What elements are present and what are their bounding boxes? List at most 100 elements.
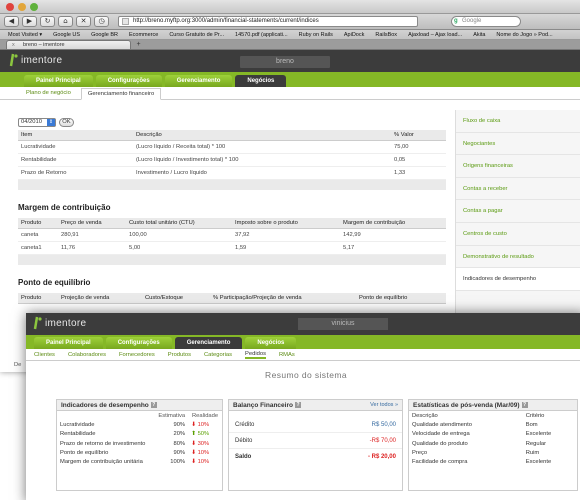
kpi-actual: ⬇ 10% [188, 420, 222, 429]
bookmark[interactable]: RailsBox [375, 32, 397, 38]
table-row: Velocidade de entrega Excelente [409, 430, 577, 439]
balance-row-saldo: Saldo - R$ 20,00 [229, 449, 402, 465]
subnav-fornecedores[interactable]: Fornecedores [119, 352, 155, 358]
bookmark[interactable]: Most Visited ▾ [8, 32, 42, 38]
bookmark[interactable]: Nome do Jogo » Pod... [496, 32, 552, 38]
cell: 5,00 [126, 241, 232, 255]
cell: 1,33 [391, 166, 446, 180]
trend-down-icon: ⬇ [191, 459, 196, 466]
bookmark[interactable]: Google US [53, 32, 80, 38]
current-user[interactable]: breno [240, 56, 330, 68]
cut-off-label: De [14, 362, 22, 368]
summary-title: Resumo do sistema [265, 370, 347, 380]
bookmark[interactable]: Google BR [91, 32, 118, 38]
balance-row-credito: Crédito R$ 50,00 [229, 417, 402, 433]
nav-painel-principal[interactable]: Painel Principal [34, 337, 103, 349]
cell: 5,17 [340, 241, 446, 255]
view-all-link[interactable]: Ver todos » [370, 400, 398, 411]
bookmark[interactable]: Akita [473, 32, 485, 38]
sidebar-item-demonstrativo[interactable]: Demonstrativo de resultado [456, 246, 580, 269]
cell: 37,92 [232, 228, 340, 242]
period-select[interactable]: 04/2010 ⇕ [18, 118, 56, 127]
zoom-window-icon[interactable] [30, 3, 38, 11]
nav-negocios[interactable]: Negócios [235, 75, 287, 87]
nav-gerenciamento[interactable]: Gerenciamento [164, 75, 233, 87]
main-nav: Painel Principal Configurações Gerenciam… [26, 335, 580, 349]
margem-table: Produto Preço de venda Custo total unitá… [18, 218, 446, 255]
home-icon[interactable]: ⌂ [58, 16, 73, 27]
kpi-actual: ⬆ 50% [188, 430, 222, 439]
search-input[interactable]: g Google [451, 16, 521, 27]
forward-arrow-icon[interactable]: ▶ [22, 16, 37, 27]
nav-configuracoes[interactable]: Configurações [95, 75, 162, 87]
history-icon[interactable]: ◷ [94, 16, 109, 27]
subnav-gerenciamento-financeiro[interactable]: Gerenciamento financeiro [80, 88, 162, 100]
app-logo[interactable]: imentore [32, 316, 86, 330]
subnav-clientes[interactable]: Clientes [34, 352, 55, 358]
sidebar-item-origens-financeiras[interactable]: Origens financeiras [456, 155, 580, 178]
bookmark[interactable]: ApiDock [344, 32, 364, 38]
cell: Lucratividade [18, 140, 133, 154]
bookmark[interactable]: Ajaxload – Ajax load... [408, 32, 462, 38]
balance-value: - R$ 20,00 [367, 454, 396, 460]
subnav-rmas[interactable]: RMAs [279, 352, 295, 358]
ok-button[interactable]: OK [59, 118, 74, 127]
help-icon[interactable]: ? [150, 402, 157, 409]
stop-icon[interactable]: ✕ [76, 16, 91, 27]
browser-tab[interactable]: x breno – imentore [6, 40, 131, 49]
table-row: Ponto de equilíbrio 90% ⬇ 10% [57, 448, 222, 457]
close-tab-icon[interactable]: x [12, 41, 15, 49]
cell: caneta1 [18, 241, 58, 255]
minimize-window-icon[interactable] [18, 3, 26, 11]
nav-negocios[interactable]: Negócios [245, 337, 297, 349]
nav-configuracoes[interactable]: Configurações [105, 337, 172, 349]
column-header: Realidade [191, 412, 219, 419]
sidebar-item-fluxo-de-caixa[interactable]: Fluxo de caixa [456, 110, 580, 133]
sidebar-item-indicadores[interactable]: Indicadores de desempenho [456, 268, 580, 291]
bookmark[interactable]: Ecommerce [129, 32, 158, 38]
sidebar-item-negociantes[interactable]: Negociantes [456, 133, 580, 156]
bookmark[interactable]: Curso Gratuito de Pr... [169, 32, 224, 38]
bookmark[interactable]: Ruby on Rails [299, 32, 333, 38]
kpi-estimate: 90% [173, 421, 186, 428]
sub-nav: Clientes Colaboradores Fornecedores Prod… [26, 349, 580, 361]
current-user[interactable]: vinicius [298, 318, 388, 330]
cell: Facilidade de compra [412, 459, 468, 466]
table-row: Facilidade de compra Excelente [409, 457, 577, 466]
panel-title: Indicadores de desempenho [61, 402, 149, 409]
nav-painel-principal[interactable]: Painel Principal [24, 75, 93, 87]
help-icon[interactable]: ? [521, 402, 528, 409]
sidebar-item-centros-de-custo[interactable]: Centros de custo [456, 223, 580, 246]
subnav-plano-de-negocio[interactable]: Plano de negócio [20, 88, 77, 98]
subnav-pedidos[interactable]: Pedidos [245, 351, 266, 359]
nav-gerenciamento[interactable]: Gerenciamento [174, 337, 243, 349]
kpi-name: Prazo de retorno de investimento [60, 440, 146, 447]
balance-value: R$ 50,00 [371, 421, 396, 428]
subnav-colaboradores[interactable]: Colaboradores [68, 352, 106, 358]
balance-row-debito: Débito -R$ 70,00 [229, 433, 402, 449]
close-window-icon[interactable] [6, 3, 14, 11]
panel-header: Balanço Financeiro? Ver todos » [229, 400, 402, 411]
table-header-row: Produto Preço de venda Custo total unitá… [18, 218, 446, 229]
new-tab-button[interactable]: + [133, 41, 144, 49]
column-header: Preço de venda [58, 218, 126, 229]
back-arrow-icon[interactable]: ◀ [4, 16, 19, 27]
app-header: imentore vinicius [26, 313, 580, 335]
favicon-icon [122, 18, 129, 25]
sidebar-item-contas-a-receber[interactable]: Contas a receber [456, 178, 580, 201]
subnav-produtos[interactable]: Produtos [168, 352, 191, 358]
kpi-name: Margem de contribuição unitária [60, 459, 143, 466]
sidebar-item-contas-a-pagar[interactable]: Contas a pagar [456, 200, 580, 223]
bookmark[interactable]: 14570.pdf (applicati... [235, 32, 288, 38]
cell: 100,00 [126, 228, 232, 242]
bookmarks-bar: Most Visited ▾ Google US Google BR Ecomm… [0, 30, 580, 40]
help-icon[interactable]: ? [294, 402, 301, 409]
reload-icon[interactable]: ↻ [40, 16, 55, 27]
url-input[interactable]: http://breno.myftp.org:3000/admin/financ… [118, 16, 418, 27]
logo-text: imentore [21, 54, 63, 66]
window-titlebar [0, 0, 580, 14]
app-logo[interactable]: imentore [8, 53, 62, 67]
table-row: caneta1 11,76 5,00 1,59 5,17 [18, 241, 446, 255]
subnav-categorias[interactable]: Categorias [204, 352, 232, 358]
cell: caneta [18, 228, 58, 242]
